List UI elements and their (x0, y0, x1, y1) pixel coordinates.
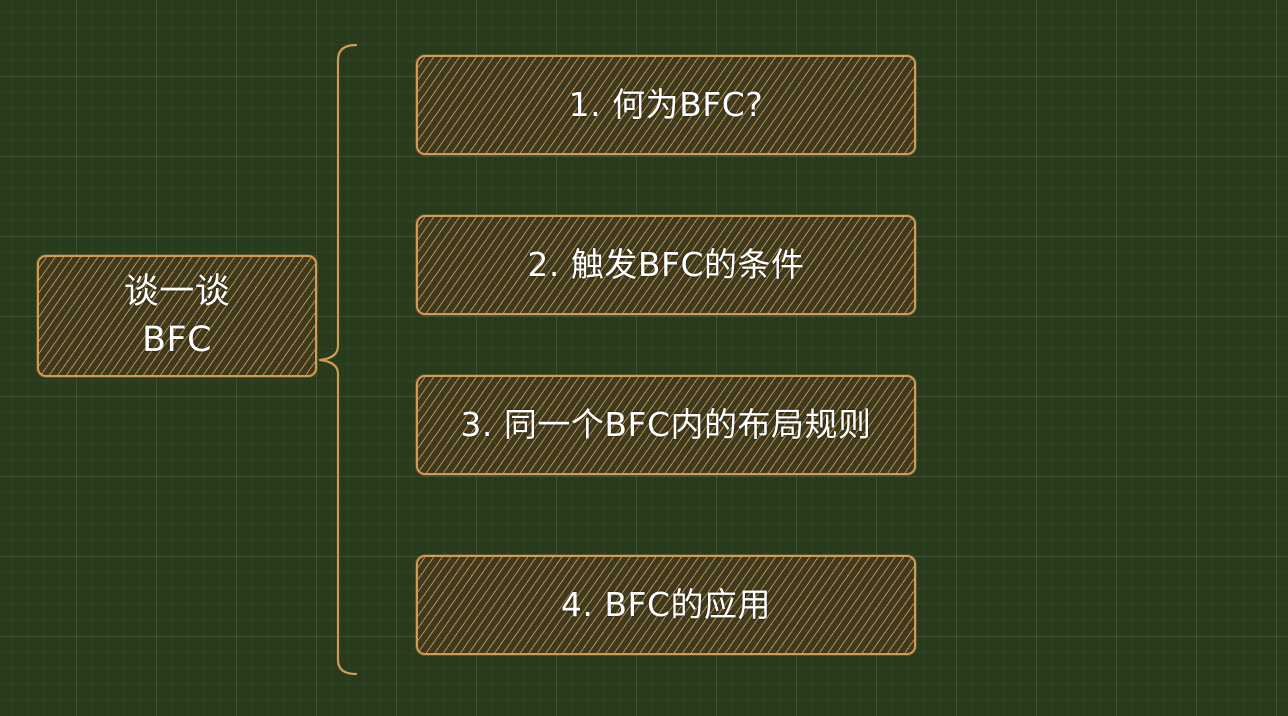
branch-topic-4[interactable]: 4. BFC的应用 (416, 555, 916, 655)
branch-topic-1[interactable]: 1. 何为BFC? (416, 55, 916, 155)
branch-topic-label: 2. 触发BFC的条件 (527, 245, 805, 284)
branch-topic-label: 3. 同一个BFC内的布局规则 (460, 405, 872, 444)
root-topic-label: 谈一谈 BFC (123, 272, 231, 360)
root-topic-box[interactable]: 谈一谈 BFC (37, 255, 317, 377)
branch-topic-3[interactable]: 3. 同一个BFC内的布局规则 (416, 375, 916, 475)
branch-topic-label: 1. 何为BFC? (568, 85, 764, 124)
mind-map-canvas: 谈一谈 BFC 1. 何为BFC? 2. 触发BFC的条件 3. 同一个BFC内… (0, 0, 1288, 716)
branch-topic-label: 4. BFC的应用 (560, 585, 772, 624)
branch-topic-2[interactable]: 2. 触发BFC的条件 (416, 215, 916, 315)
